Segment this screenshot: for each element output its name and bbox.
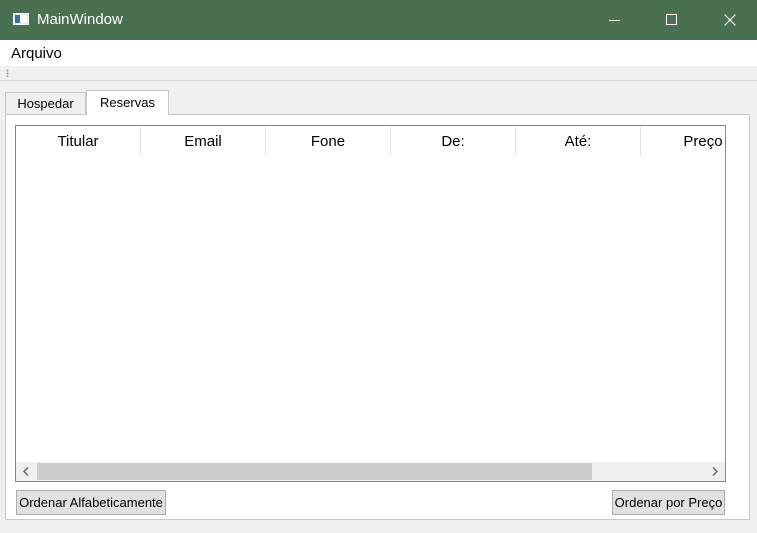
menu-bar: Arquivo (0, 40, 757, 66)
column-header-fone[interactable]: Fone (266, 126, 391, 156)
column-header-titular[interactable]: Titular (16, 126, 141, 156)
minimize-button[interactable] (592, 0, 638, 40)
horizontal-scrollbar[interactable] (16, 462, 725, 481)
tab-reservas[interactable]: Reservas (86, 90, 169, 115)
scrollbar-thumb[interactable] (37, 463, 592, 480)
column-header-email[interactable]: Email (141, 126, 266, 156)
menu-arquivo[interactable]: Arquivo (11, 45, 62, 62)
app-window-icon (13, 13, 29, 25)
sort-alphabetically-button[interactable]: Ordenar Alfabeticamente (16, 490, 166, 515)
toolbar-grip-handle[interactable] (6, 69, 9, 77)
title-bar[interactable]: MainWindow (0, 0, 757, 40)
minimize-icon (609, 20, 620, 21)
chevron-right-icon (712, 467, 718, 476)
chevron-left-icon (23, 467, 29, 476)
column-header-de[interactable]: De: (391, 126, 516, 156)
column-header-preco[interactable]: Preço (641, 126, 725, 156)
column-header-ate[interactable]: Até: (516, 126, 641, 156)
scroll-right-button[interactable] (705, 462, 725, 481)
maximize-button[interactable] (649, 0, 695, 40)
close-button[interactable] (707, 0, 753, 40)
scroll-left-button[interactable] (16, 462, 36, 481)
reservations-table[interactable]: Titular Email Fone De: Até: Preço (15, 125, 726, 482)
toolbar (0, 66, 757, 81)
main-window: MainWindow Arquivo Hospedar Reservas Tit… (0, 0, 757, 533)
sort-by-price-button[interactable]: Ordenar por Preço (612, 490, 725, 515)
tab-hospedar[interactable]: Hospedar (5, 92, 86, 114)
close-icon (724, 14, 736, 26)
maximize-icon (666, 14, 677, 25)
table-header: Titular Email Fone De: Até: Preço (16, 126, 725, 156)
window-title: MainWindow (37, 11, 123, 28)
